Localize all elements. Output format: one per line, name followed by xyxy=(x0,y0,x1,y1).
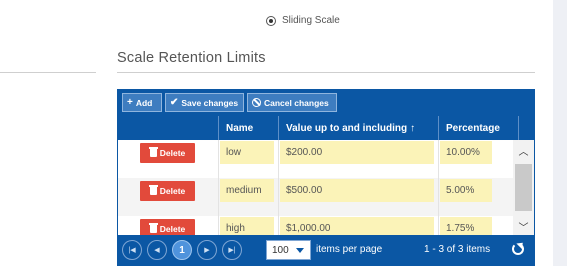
radio-label: Sliding Scale xyxy=(282,15,340,26)
previous-page-icon[interactable]: ◀ xyxy=(147,240,167,260)
name-cell[interactable]: high xyxy=(220,217,274,235)
grid-toolbar: + Add ✔ Save changes Cancel changes xyxy=(118,90,534,116)
pager-summary: 1 - 3 of 3 items xyxy=(424,244,491,255)
table-row[interactable]: Delete medium $500.00 5.00% xyxy=(118,178,513,216)
value-cell[interactable]: $200.00 xyxy=(280,141,434,164)
column-divider xyxy=(218,216,219,235)
grid-body: Delete low $200.00 10.00% Delete medium … xyxy=(118,140,534,235)
column-header-name-label: Name xyxy=(226,122,254,134)
page: Sliding Scale Scale Retention Limits + A… xyxy=(0,0,567,266)
table-row[interactable]: Delete high $1,000.00 1.75% xyxy=(118,216,513,235)
trash-icon xyxy=(148,147,158,157)
column-divider xyxy=(278,140,279,178)
column-header-value-label: Value up to and including xyxy=(286,122,408,134)
sliding-scale-option[interactable]: Sliding Scale xyxy=(266,15,340,26)
value-cell[interactable]: $1,000.00 xyxy=(280,217,434,235)
check-icon: ✔ xyxy=(170,96,179,108)
column-header-percentage[interactable]: Percentage xyxy=(438,116,518,140)
retention-limits-grid: + Add ✔ Save changes Cancel changes Name… xyxy=(117,89,535,266)
cancel-changes-button[interactable]: Cancel changes xyxy=(247,93,337,112)
value-cell[interactable]: $500.00 xyxy=(280,179,434,202)
grid-pager: |◀ ◀ 1 ▶ ▶| 100 items per page 1 - 3 of … xyxy=(118,235,534,265)
name-cell[interactable]: low xyxy=(220,141,274,164)
column-divider xyxy=(438,178,439,216)
delete-button-label: Delete xyxy=(159,148,186,158)
save-changes-button[interactable]: ✔ Save changes xyxy=(165,93,244,112)
section-divider xyxy=(117,72,535,73)
column-header-name[interactable]: Name xyxy=(218,116,278,140)
table-row[interactable]: Delete low $200.00 10.00% xyxy=(118,140,513,178)
section-title: Scale Retention Limits xyxy=(117,50,266,66)
percentage-cell[interactable]: 10.00% xyxy=(440,141,492,164)
grid-header: Name Value up to and including ↑ Percent… xyxy=(118,116,534,140)
radio-selected-dot xyxy=(269,18,273,23)
items-per-page-label: items per page xyxy=(316,244,383,255)
save-changes-label: Save changes xyxy=(181,97,239,108)
scrollbar-thumb[interactable] xyxy=(515,164,532,211)
last-page-icon[interactable]: ▶| xyxy=(222,240,242,260)
column-header-spacer xyxy=(518,116,534,140)
column-divider xyxy=(278,216,279,235)
page-size-select[interactable]: 100 xyxy=(266,240,311,260)
next-page-icon[interactable]: ▶ xyxy=(197,240,217,260)
delete-button[interactable]: Delete xyxy=(140,181,195,201)
arrow-up-icon: ↑ xyxy=(410,122,416,134)
scroll-up-icon[interactable]: ︿ xyxy=(513,142,534,158)
cancel-changes-label: Cancel changes xyxy=(264,97,329,108)
name-cell[interactable]: medium xyxy=(220,179,274,202)
page-size-value: 100 xyxy=(272,244,289,256)
chevron-down-icon xyxy=(296,248,304,253)
column-divider xyxy=(278,178,279,216)
column-header-value[interactable]: Value up to and including ↑ xyxy=(278,116,438,140)
add-button-label: Add xyxy=(135,97,153,108)
percentage-cell[interactable]: 5.00% xyxy=(440,179,492,202)
plus-icon: + xyxy=(127,96,133,108)
percentage-cell[interactable]: 1.75% xyxy=(440,217,492,235)
column-divider xyxy=(438,140,439,178)
scroll-down-icon[interactable]: ﹀ xyxy=(513,218,534,234)
column-header-percentage-label: Percentage xyxy=(446,122,500,134)
delete-button-label: Delete xyxy=(159,186,186,196)
trash-icon xyxy=(148,185,158,195)
first-page-icon[interactable]: |◀ xyxy=(122,240,142,260)
page-number-button[interactable]: 1 xyxy=(172,240,192,260)
ban-icon xyxy=(252,98,261,107)
vertical-scrollbar[interactable]: ︿ ﹀ xyxy=(513,140,534,235)
delete-button-label: Delete xyxy=(159,224,186,234)
delete-button[interactable]: Delete xyxy=(140,143,195,163)
column-divider xyxy=(218,140,219,178)
right-side-panel xyxy=(553,0,567,266)
radio-button[interactable] xyxy=(266,15,276,26)
column-divider xyxy=(218,178,219,216)
column-divider xyxy=(438,216,439,235)
add-button[interactable]: + Add xyxy=(122,93,162,112)
delete-button[interactable]: Delete xyxy=(140,219,195,235)
left-divider xyxy=(0,72,96,73)
refresh-icon[interactable] xyxy=(512,243,524,255)
trash-icon xyxy=(148,223,158,233)
